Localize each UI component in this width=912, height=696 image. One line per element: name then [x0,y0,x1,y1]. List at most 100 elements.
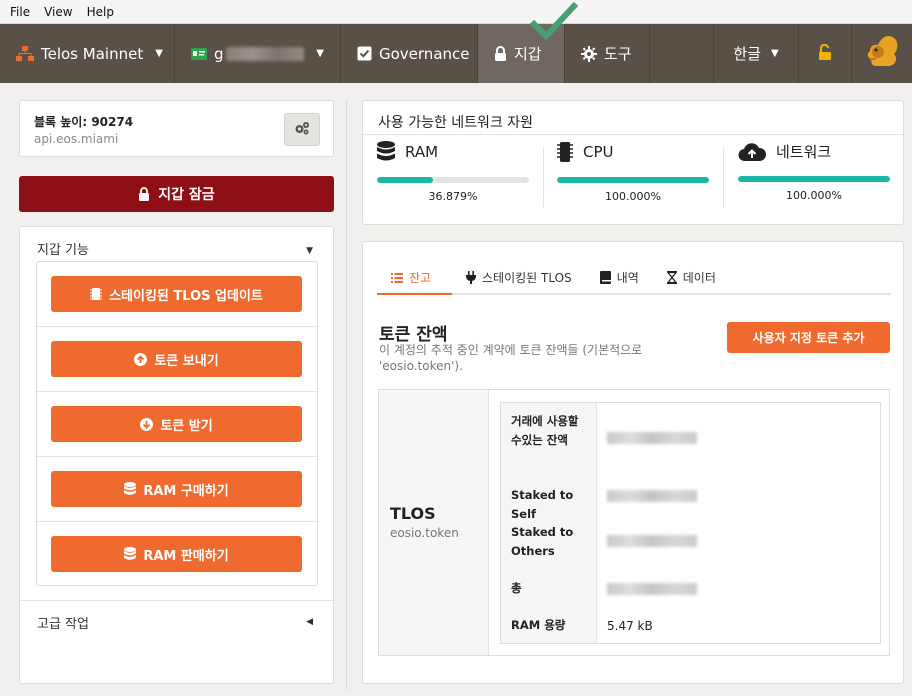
language-selector[interactable]: 한글 ▼ [714,24,799,83]
menu-view[interactable]: View [44,5,72,19]
cpu-percent: 100.000% [605,190,661,203]
caret-left-icon[interactable]: ◀ [306,617,313,627]
unlock-status-button[interactable] [799,24,852,83]
microchip-icon [557,141,573,163]
network-progress-fill [738,176,890,182]
available-balance-label: 거래에 사용할 수있는 잔액 [511,414,579,447]
tab-data-label: 데이터 [682,271,716,285]
list-item: RAM 구매하기 [37,457,317,522]
sell-ram-label: RAM 판매하기 [143,548,229,564]
caret-down-icon[interactable]: ▼ [306,246,313,256]
wallet-actions-list: 스테이킹된 TLOS 업데이트 토큰 보내기 토큰 받기 RAM 구매하기 RA… [36,261,318,586]
block-info-card: 블록 높이: 90274 api.eos.miami [19,100,334,157]
squirrel-logo-icon [862,32,902,76]
lock-icon [494,46,507,61]
resources-title: 사용 가능한 네트워크 자원 [378,115,534,131]
nav-tools[interactable]: 도구 [565,24,650,83]
tab-staked[interactable]: 스테이킹된 TLOS [452,262,586,293]
receive-tokens-button[interactable]: 토큰 받기 [51,406,302,442]
menu-file[interactable]: File [10,5,30,19]
section-divider [363,134,903,135]
gear-icon [581,45,597,62]
cloud-upload-icon [738,142,766,162]
ram-progress-fill [377,177,434,183]
token-identity-cell: TLOS eosio.token [379,390,489,655]
database-icon [124,482,137,496]
ram-capacity-label: RAM 용량 [511,618,566,632]
token-balances-card: 잔고 스테이킹된 TLOS 내역 데이터 토큰 잔액 이 계정의 추적 중인 계… [362,241,904,684]
chevron-down-icon: ▼ [155,48,163,59]
lock-wallet-button[interactable]: 지갑 잠금 [19,176,334,212]
account-selector[interactable]: g ▼ [175,24,341,83]
chevron-down-icon: ▼ [770,48,779,59]
tab-history[interactable]: 내역 [586,262,653,293]
tab-staked-label: 스테이킹된 TLOS [482,271,572,285]
section-divider [20,600,333,601]
list-item: 토큰 받기 [37,392,317,457]
menu-help[interactable]: Help [87,5,114,19]
list-item: 스테이킹된 TLOS 업데이트 [37,262,317,327]
lock-wallet-label: 지갑 잠금 [158,187,215,203]
network-name: Telos Mainnet [41,44,144,63]
block-height: 블록 높이: 90274 [34,115,134,129]
nav-governance-label: Governance [379,44,470,63]
checkbox-icon [357,46,372,61]
wallet-functions-title[interactable]: 지갑 기능 [37,239,89,258]
unlock-icon [818,43,832,64]
staked-self-label: Staked to Self [511,488,574,521]
chip-icon [90,287,103,301]
top-navigation: Telos Mainnet ▼ g ▼ Governance 지갑 도구 한글 … [0,24,912,83]
resource-network: 네트워크 100.000% [738,141,903,211]
wallet-functions-card: 지갑 기능 ▼ 스테이킹된 TLOS 업데이트 토큰 보내기 토큰 받기 RAM… [19,226,334,684]
arrow-up-circle-icon [134,352,148,366]
available-balance-value-redacted [607,432,697,444]
resource-cpu: CPU 100.000% [557,141,722,211]
ram-capacity-value: 5.47 kB [607,619,653,633]
book-icon [599,271,611,284]
resource-cpu-name: CPU [583,143,614,161]
database-icon [377,141,395,163]
account-name: g [214,44,224,63]
lock-icon [138,187,150,201]
buy-ram-label: RAM 구매하기 [143,483,229,499]
column-divider [723,147,724,207]
column-divider [346,100,347,690]
tab-data[interactable]: 데이터 [653,262,730,293]
nav-tools-label: 도구 [604,45,632,63]
receive-tokens-label: 토큰 받기 [160,418,213,434]
token-detail-table: 거래에 사용할 수있는 잔액 Staked to Self Staked to … [500,402,881,644]
list-item: 토큰 보내기 [37,327,317,392]
chevron-down-icon: ▼ [316,48,324,59]
list-icon [391,272,403,283]
update-staked-button[interactable]: 스테이킹된 TLOS 업데이트 [51,276,302,312]
tab-balance-label: 잔고 [409,271,432,285]
arrow-down-circle-icon [140,417,154,431]
staked-others-value-redacted [607,535,697,547]
ram-percent: 36.879% [428,190,478,203]
cogs-icon [294,120,310,139]
cpu-progress-bar [557,177,709,183]
sell-ram-button[interactable]: RAM 판매하기 [51,536,302,572]
account-name-redacted [225,46,305,61]
network-percent: 100.000% [786,189,842,202]
plug-icon [466,271,476,284]
token-symbol: TLOS [390,504,436,523]
send-tokens-label: 토큰 보내기 [154,353,219,369]
total-value-redacted [607,583,697,595]
add-custom-token-button[interactable]: 사용자 지정 토큰 추가 [727,322,890,353]
nav-spacer [650,24,714,83]
nav-governance[interactable]: Governance [341,24,478,83]
resource-ram-name: RAM [405,143,439,161]
advanced-actions-toggle[interactable]: 고급 작업 [37,613,89,632]
nav-wallet[interactable]: 지갑 [478,24,565,83]
staked-others-label: Staked to Others [511,525,574,558]
app-logo [852,24,912,83]
send-tokens-button[interactable]: 토큰 보내기 [51,341,302,377]
network-selector[interactable]: Telos Mainnet ▼ [0,24,175,83]
tab-balance[interactable]: 잔고 [377,262,452,295]
buy-ram-button[interactable]: RAM 구매하기 [51,471,302,507]
nav-wallet-label: 지갑 [514,45,542,63]
node-settings-button[interactable] [284,113,320,146]
resource-ram: RAM 36.879% [377,141,542,211]
network-icon [16,45,34,62]
